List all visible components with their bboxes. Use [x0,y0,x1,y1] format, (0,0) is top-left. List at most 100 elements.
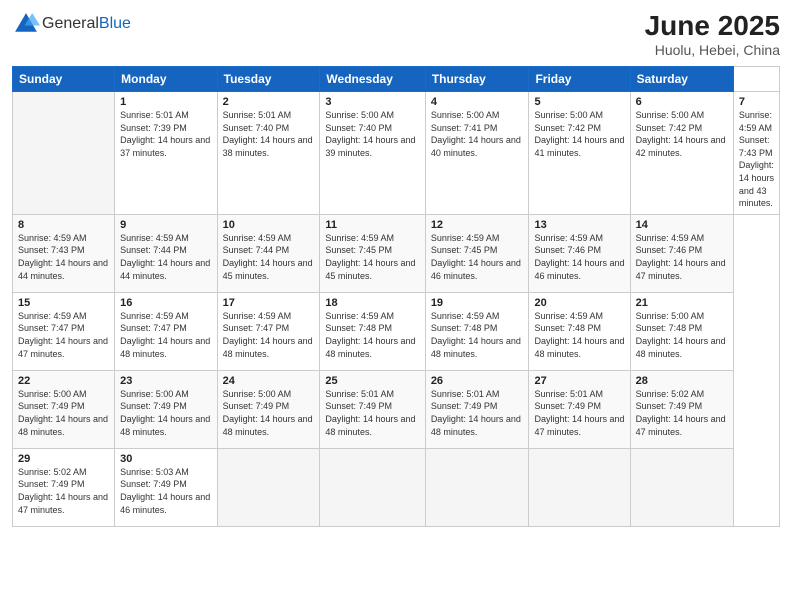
day-number: 24 [223,375,315,387]
day-number: 4 [431,96,524,108]
calendar-table: SundayMondayTuesdayWednesdayThursdayFrid… [12,66,780,527]
day-number: 1 [120,96,211,108]
day-number: 2 [223,96,315,108]
day-number: 21 [636,297,728,309]
day-number: 26 [431,375,524,387]
day-info: Sunrise: 4:59 AMSunset: 7:45 PMDaylight:… [431,232,524,282]
day-cell: 3Sunrise: 5:00 AMSunset: 7:40 PMDaylight… [320,92,425,215]
day-info: Sunrise: 5:00 AMSunset: 7:48 PMDaylight:… [636,310,728,360]
day-info: Sunrise: 5:02 AMSunset: 7:49 PMDaylight:… [18,466,109,516]
day-cell: 15Sunrise: 4:59 AMSunset: 7:47 PMDayligh… [13,292,115,370]
day-number: 12 [431,219,524,231]
day-number: 15 [18,297,109,309]
day-info: Sunrise: 4:59 AMSunset: 7:47 PMDaylight:… [120,310,211,360]
day-cell: 1Sunrise: 5:01 AMSunset: 7:39 PMDaylight… [115,92,217,215]
day-cell: 23Sunrise: 5:00 AMSunset: 7:49 PMDayligh… [115,370,217,448]
day-info: Sunrise: 5:00 AMSunset: 7:41 PMDaylight:… [431,109,524,159]
day-info: Sunrise: 4:59 AMSunset: 7:46 PMDaylight:… [534,232,624,282]
day-info: Sunrise: 4:59 AMSunset: 7:44 PMDaylight:… [120,232,211,282]
day-info: Sunrise: 4:59 AMSunset: 7:47 PMDaylight:… [18,310,109,360]
day-info: Sunrise: 4:59 AMSunset: 7:43 PMDaylight:… [739,109,774,210]
day-info: Sunrise: 5:00 AMSunset: 7:49 PMDaylight:… [18,388,109,438]
day-info: Sunrise: 5:00 AMSunset: 7:42 PMDaylight:… [534,109,624,159]
day-info: Sunrise: 5:01 AMSunset: 7:39 PMDaylight:… [120,109,211,159]
header: GeneralBlue June 2025 Huolu, Hebei, Chin… [12,10,780,58]
empty-cell [217,448,320,526]
day-cell: 9Sunrise: 4:59 AMSunset: 7:44 PMDaylight… [115,214,217,292]
day-cell: 12Sunrise: 4:59 AMSunset: 7:45 PMDayligh… [425,214,529,292]
day-cell: 7Sunrise: 4:59 AMSunset: 7:43 PMDaylight… [733,92,779,215]
day-info: Sunrise: 5:00 AMSunset: 7:40 PMDaylight:… [325,109,419,159]
day-cell: 10Sunrise: 4:59 AMSunset: 7:44 PMDayligh… [217,214,320,292]
day-cell: 24Sunrise: 5:00 AMSunset: 7:49 PMDayligh… [217,370,320,448]
day-number: 25 [325,375,419,387]
day-number: 9 [120,219,211,231]
logo: GeneralBlue [12,10,131,38]
day-cell: 21Sunrise: 5:00 AMSunset: 7:48 PMDayligh… [630,292,733,370]
day-number: 29 [18,453,109,465]
day-info: Sunrise: 5:02 AMSunset: 7:49 PMDaylight:… [636,388,728,438]
day-info: Sunrise: 5:00 AMSunset: 7:42 PMDaylight:… [636,109,728,159]
header-monday: Monday [115,67,217,92]
day-cell: 27Sunrise: 5:01 AMSunset: 7:49 PMDayligh… [529,370,630,448]
empty-cell [425,448,529,526]
title-block: June 2025 Huolu, Hebei, China [645,10,780,58]
day-cell: 13Sunrise: 4:59 AMSunset: 7:46 PMDayligh… [529,214,630,292]
day-number: 10 [223,219,315,231]
day-number: 17 [223,297,315,309]
day-number: 20 [534,297,624,309]
day-number: 3 [325,96,419,108]
day-cell: 20Sunrise: 4:59 AMSunset: 7:48 PMDayligh… [529,292,630,370]
empty-cell [13,92,115,215]
day-info: Sunrise: 5:03 AMSunset: 7:49 PMDaylight:… [120,466,211,516]
day-number: 7 [739,96,774,108]
day-number: 6 [636,96,728,108]
calendar-week-row: 15Sunrise: 4:59 AMSunset: 7:47 PMDayligh… [13,292,780,370]
day-cell: 17Sunrise: 4:59 AMSunset: 7:47 PMDayligh… [217,292,320,370]
day-number: 19 [431,297,524,309]
day-number: 8 [18,219,109,231]
day-number: 13 [534,219,624,231]
day-info: Sunrise: 4:59 AMSunset: 7:44 PMDaylight:… [223,232,315,282]
day-number: 23 [120,375,211,387]
day-number: 30 [120,453,211,465]
day-number: 28 [636,375,728,387]
logo-text: GeneralBlue [42,15,131,33]
calendar-week-row: 8Sunrise: 4:59 AMSunset: 7:43 PMDaylight… [13,214,780,292]
day-number: 22 [18,375,109,387]
empty-cell [529,448,630,526]
day-cell: 2Sunrise: 5:01 AMSunset: 7:40 PMDaylight… [217,92,320,215]
day-number: 18 [325,297,419,309]
day-number: 11 [325,219,419,231]
day-number: 5 [534,96,624,108]
header-thursday: Thursday [425,67,529,92]
day-cell: 26Sunrise: 5:01 AMSunset: 7:49 PMDayligh… [425,370,529,448]
header-friday: Friday [529,67,630,92]
day-info: Sunrise: 5:00 AMSunset: 7:49 PMDaylight:… [120,388,211,438]
calendar-subtitle: Huolu, Hebei, China [645,42,780,58]
day-info: Sunrise: 5:00 AMSunset: 7:49 PMDaylight:… [223,388,315,438]
empty-cell [320,448,425,526]
day-info: Sunrise: 4:59 AMSunset: 7:45 PMDaylight:… [325,232,419,282]
day-info: Sunrise: 4:59 AMSunset: 7:43 PMDaylight:… [18,232,109,282]
day-info: Sunrise: 5:01 AMSunset: 7:49 PMDaylight:… [431,388,524,438]
empty-cell [630,448,733,526]
logo-icon [12,10,40,38]
calendar-header-row: SundayMondayTuesdayWednesdayThursdayFrid… [13,67,780,92]
day-number: 27 [534,375,624,387]
day-cell: 30Sunrise: 5:03 AMSunset: 7:49 PMDayligh… [115,448,217,526]
day-number: 16 [120,297,211,309]
day-cell: 28Sunrise: 5:02 AMSunset: 7:49 PMDayligh… [630,370,733,448]
day-cell: 25Sunrise: 5:01 AMSunset: 7:49 PMDayligh… [320,370,425,448]
day-cell: 4Sunrise: 5:00 AMSunset: 7:41 PMDaylight… [425,92,529,215]
day-info: Sunrise: 4:59 AMSunset: 7:46 PMDaylight:… [636,232,728,282]
day-info: Sunrise: 4:59 AMSunset: 7:47 PMDaylight:… [223,310,315,360]
day-cell: 5Sunrise: 5:00 AMSunset: 7:42 PMDaylight… [529,92,630,215]
calendar-week-row: 22Sunrise: 5:00 AMSunset: 7:49 PMDayligh… [13,370,780,448]
day-cell: 18Sunrise: 4:59 AMSunset: 7:48 PMDayligh… [320,292,425,370]
day-info: Sunrise: 4:59 AMSunset: 7:48 PMDaylight:… [431,310,524,360]
header-tuesday: Tuesday [217,67,320,92]
day-cell: 22Sunrise: 5:00 AMSunset: 7:49 PMDayligh… [13,370,115,448]
day-cell: 19Sunrise: 4:59 AMSunset: 7:48 PMDayligh… [425,292,529,370]
day-cell: 14Sunrise: 4:59 AMSunset: 7:46 PMDayligh… [630,214,733,292]
